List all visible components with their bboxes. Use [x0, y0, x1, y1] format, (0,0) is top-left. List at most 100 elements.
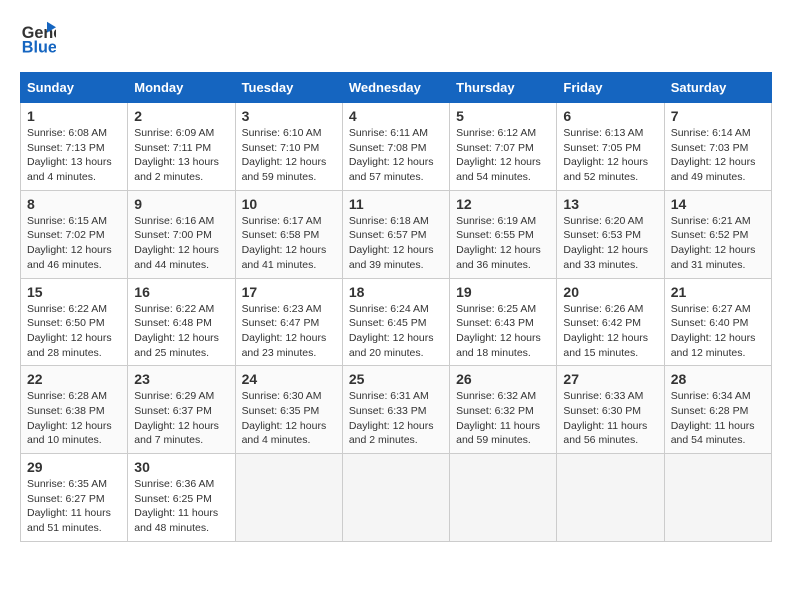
sunset-label: Sunset: 6:38 PM [27, 405, 105, 417]
calendar-cell: 20 Sunrise: 6:26 AM Sunset: 6:42 PM Dayl… [557, 278, 664, 366]
day-number: 24 [242, 371, 336, 387]
day-info: Sunrise: 6:32 AM Sunset: 6:32 PM Dayligh… [456, 389, 550, 448]
sunrise-label: Sunrise: 6:32 AM [456, 390, 536, 402]
sunset-label: Sunset: 6:47 PM [242, 317, 320, 329]
day-info: Sunrise: 6:26 AM Sunset: 6:42 PM Dayligh… [563, 302, 657, 361]
sunrise-label: Sunrise: 6:35 AM [27, 478, 107, 490]
sunset-label: Sunset: 6:50 PM [27, 317, 105, 329]
calendar-cell: 26 Sunrise: 6:32 AM Sunset: 6:32 PM Dayl… [450, 366, 557, 454]
day-number: 26 [456, 371, 550, 387]
day-info: Sunrise: 6:28 AM Sunset: 6:38 PM Dayligh… [27, 389, 121, 448]
daylight-label: Daylight: 12 hours and 12 minutes. [671, 332, 756, 359]
sunset-label: Sunset: 6:53 PM [563, 229, 641, 241]
sunrise-label: Sunrise: 6:33 AM [563, 390, 643, 402]
calendar-cell: 9 Sunrise: 6:16 AM Sunset: 7:00 PM Dayli… [128, 190, 235, 278]
sunset-label: Sunset: 6:45 PM [349, 317, 427, 329]
day-info: Sunrise: 6:21 AM Sunset: 6:52 PM Dayligh… [671, 214, 765, 273]
sunset-label: Sunset: 7:07 PM [456, 142, 534, 154]
day-number: 1 [27, 108, 121, 124]
calendar-cell: 18 Sunrise: 6:24 AM Sunset: 6:45 PM Dayl… [342, 278, 449, 366]
day-number: 13 [563, 196, 657, 212]
sunrise-label: Sunrise: 6:22 AM [27, 303, 107, 315]
calendar-cell: 14 Sunrise: 6:21 AM Sunset: 6:52 PM Dayl… [664, 190, 771, 278]
day-info: Sunrise: 6:15 AM Sunset: 7:02 PM Dayligh… [27, 214, 121, 273]
calendar-cell: 16 Sunrise: 6:22 AM Sunset: 6:48 PM Dayl… [128, 278, 235, 366]
day-number: 2 [134, 108, 228, 124]
calendar-week-row: 1 Sunrise: 6:08 AM Sunset: 7:13 PM Dayli… [21, 103, 772, 191]
sunset-label: Sunset: 6:58 PM [242, 229, 320, 241]
sunrise-label: Sunrise: 6:17 AM [242, 215, 322, 227]
daylight-label: Daylight: 12 hours and 20 minutes. [349, 332, 434, 359]
sunset-label: Sunset: 6:52 PM [671, 229, 749, 241]
logo: General Blue [20, 20, 56, 56]
sunrise-label: Sunrise: 6:21 AM [671, 215, 751, 227]
day-info: Sunrise: 6:29 AM Sunset: 6:37 PM Dayligh… [134, 389, 228, 448]
svg-text:Blue: Blue [22, 38, 56, 56]
day-info: Sunrise: 6:17 AM Sunset: 6:58 PM Dayligh… [242, 214, 336, 273]
weekday-header-wednesday: Wednesday [342, 73, 449, 103]
day-number: 27 [563, 371, 657, 387]
weekday-header-thursday: Thursday [450, 73, 557, 103]
day-info: Sunrise: 6:22 AM Sunset: 6:50 PM Dayligh… [27, 302, 121, 361]
daylight-label: Daylight: 12 hours and 46 minutes. [27, 244, 112, 271]
day-info: Sunrise: 6:14 AM Sunset: 7:03 PM Dayligh… [671, 126, 765, 185]
calendar-week-row: 15 Sunrise: 6:22 AM Sunset: 6:50 PM Dayl… [21, 278, 772, 366]
sunset-label: Sunset: 6:43 PM [456, 317, 534, 329]
daylight-label: Daylight: 11 hours and 59 minutes. [456, 420, 540, 447]
day-info: Sunrise: 6:34 AM Sunset: 6:28 PM Dayligh… [671, 389, 765, 448]
day-number: 14 [671, 196, 765, 212]
sunset-label: Sunset: 6:37 PM [134, 405, 212, 417]
sunset-label: Sunset: 6:57 PM [349, 229, 427, 241]
sunrise-label: Sunrise: 6:16 AM [134, 215, 214, 227]
sunrise-label: Sunrise: 6:23 AM [242, 303, 322, 315]
day-number: 29 [27, 459, 121, 475]
sunrise-label: Sunrise: 6:34 AM [671, 390, 751, 402]
day-number: 15 [27, 284, 121, 300]
day-info: Sunrise: 6:16 AM Sunset: 7:00 PM Dayligh… [134, 214, 228, 273]
calendar-cell: 7 Sunrise: 6:14 AM Sunset: 7:03 PM Dayli… [664, 103, 771, 191]
sunset-label: Sunset: 7:13 PM [27, 142, 105, 154]
calendar-cell: 13 Sunrise: 6:20 AM Sunset: 6:53 PM Dayl… [557, 190, 664, 278]
day-number: 6 [563, 108, 657, 124]
day-number: 21 [671, 284, 765, 300]
sunrise-label: Sunrise: 6:30 AM [242, 390, 322, 402]
day-number: 9 [134, 196, 228, 212]
daylight-label: Daylight: 12 hours and 28 minutes. [27, 332, 112, 359]
day-number: 11 [349, 196, 443, 212]
sunset-label: Sunset: 7:00 PM [134, 229, 212, 241]
day-info: Sunrise: 6:36 AM Sunset: 6:25 PM Dayligh… [134, 477, 228, 536]
day-info: Sunrise: 6:25 AM Sunset: 6:43 PM Dayligh… [456, 302, 550, 361]
sunset-label: Sunset: 6:25 PM [134, 493, 212, 505]
calendar-cell: 24 Sunrise: 6:30 AM Sunset: 6:35 PM Dayl… [235, 366, 342, 454]
day-number: 19 [456, 284, 550, 300]
day-info: Sunrise: 6:24 AM Sunset: 6:45 PM Dayligh… [349, 302, 443, 361]
calendar-cell [664, 454, 771, 542]
sunrise-label: Sunrise: 6:08 AM [27, 127, 107, 139]
sunset-label: Sunset: 7:03 PM [671, 142, 749, 154]
calendar-cell: 22 Sunrise: 6:28 AM Sunset: 6:38 PM Dayl… [21, 366, 128, 454]
calendar-cell: 25 Sunrise: 6:31 AM Sunset: 6:33 PM Dayl… [342, 366, 449, 454]
daylight-label: Daylight: 12 hours and 36 minutes. [456, 244, 541, 271]
day-number: 28 [671, 371, 765, 387]
day-number: 30 [134, 459, 228, 475]
sunset-label: Sunset: 6:33 PM [349, 405, 427, 417]
sunset-label: Sunset: 7:11 PM [134, 142, 211, 154]
daylight-label: Daylight: 11 hours and 51 minutes. [27, 507, 111, 534]
calendar-cell: 19 Sunrise: 6:25 AM Sunset: 6:43 PM Dayl… [450, 278, 557, 366]
calendar-cell: 11 Sunrise: 6:18 AM Sunset: 6:57 PM Dayl… [342, 190, 449, 278]
sunrise-label: Sunrise: 6:19 AM [456, 215, 536, 227]
sunrise-label: Sunrise: 6:12 AM [456, 127, 536, 139]
sunrise-label: Sunrise: 6:10 AM [242, 127, 322, 139]
daylight-label: Daylight: 12 hours and 15 minutes. [563, 332, 648, 359]
daylight-label: Daylight: 12 hours and 31 minutes. [671, 244, 756, 271]
calendar-table: SundayMondayTuesdayWednesdayThursdayFrid… [20, 72, 772, 542]
sunrise-label: Sunrise: 6:14 AM [671, 127, 751, 139]
sunrise-label: Sunrise: 6:24 AM [349, 303, 429, 315]
day-info: Sunrise: 6:11 AM Sunset: 7:08 PM Dayligh… [349, 126, 443, 185]
sunset-label: Sunset: 7:08 PM [349, 142, 427, 154]
sunset-label: Sunset: 6:35 PM [242, 405, 320, 417]
sunset-label: Sunset: 6:48 PM [134, 317, 212, 329]
sunrise-label: Sunrise: 6:26 AM [563, 303, 643, 315]
sunrise-label: Sunrise: 6:28 AM [27, 390, 107, 402]
day-info: Sunrise: 6:12 AM Sunset: 7:07 PM Dayligh… [456, 126, 550, 185]
